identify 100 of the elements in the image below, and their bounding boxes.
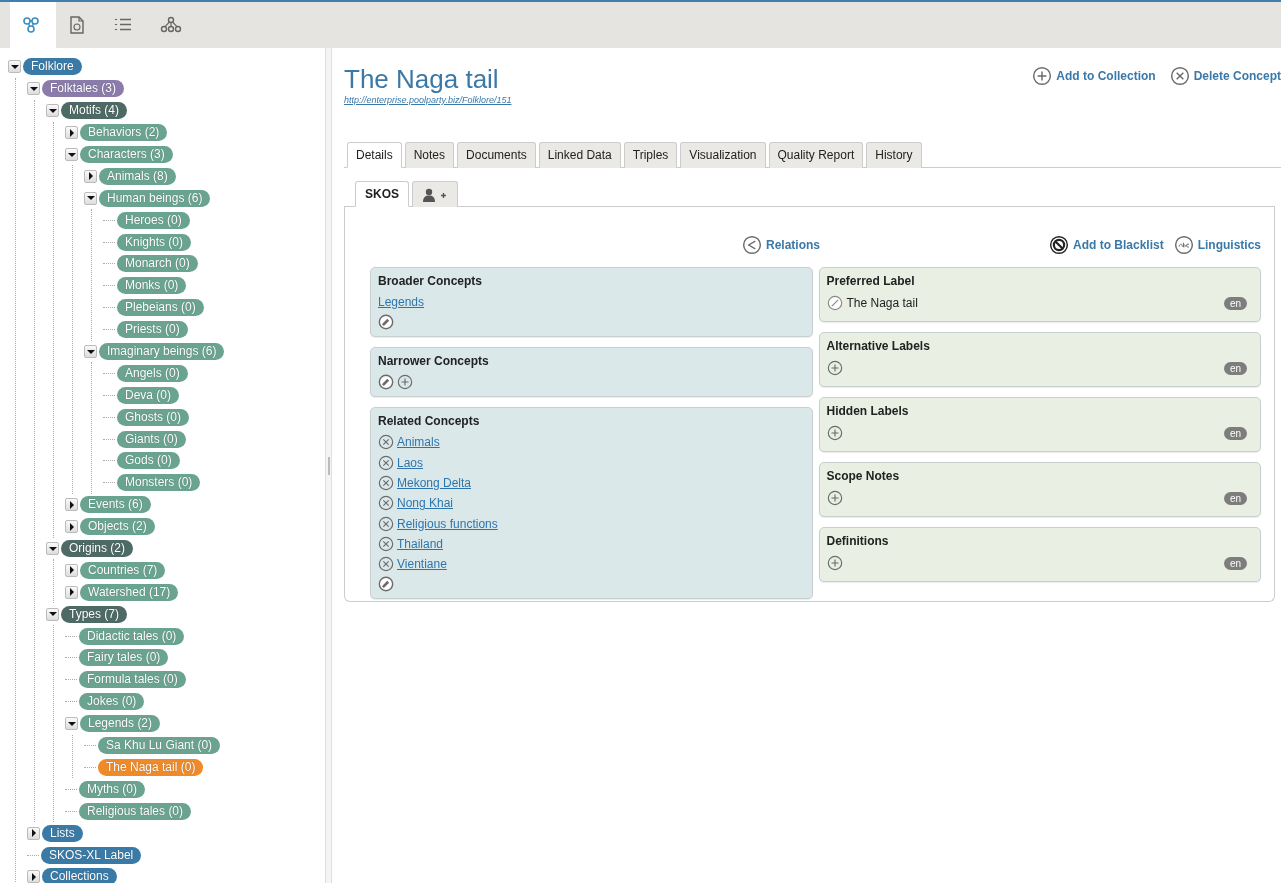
tree-node[interactable]: Monsters (0) (117, 474, 201, 492)
tree-node[interactable]: Types (7) (61, 605, 127, 623)
tree-node[interactable]: Behaviors (2) (80, 124, 168, 142)
expand-toggle[interactable] (65, 585, 78, 599)
concept-link[interactable]: Vientiane (397, 557, 447, 572)
tree-node[interactable]: Motifs (4) (61, 102, 127, 120)
card-title: Preferred Label (826, 274, 916, 288)
expand-toggle[interactable] (65, 520, 78, 534)
tree-node[interactable]: Myths (0) (79, 780, 145, 798)
tree-node[interactable]: Religious tales (0) (79, 802, 192, 820)
close-circle-icon[interactable] (378, 535, 394, 552)
tree-node[interactable]: SKOS-XL Label (41, 846, 142, 864)
edit-icon[interactable] (378, 314, 394, 331)
concept-link[interactable]: Legends (378, 295, 425, 310)
abc-circle-icon (1173, 235, 1194, 255)
plus-circle-icon[interactable] (826, 555, 843, 571)
tree-node[interactable]: Imaginary beings (6) (99, 343, 225, 360)
tree-node[interactable]: Formula tales (0) (79, 671, 186, 689)
expand-toggle[interactable] (65, 717, 78, 731)
concept-link[interactable]: Thailand (397, 536, 444, 551)
tree-node[interactable]: Knights (0) (117, 233, 192, 251)
panel-link[interactable]: Linguistics (1173, 235, 1261, 255)
tab[interactable] (412, 181, 458, 207)
concept-link[interactable]: Mekong Delta (397, 476, 472, 491)
tree-node[interactable]: Monarch (0) (117, 255, 198, 273)
tree-node[interactable]: Ghosts (0) (117, 408, 189, 426)
tree-node[interactable]: The Naga tail (0) (98, 758, 204, 776)
tree-node[interactable]: Legends (2) (80, 715, 161, 733)
tab[interactable]: SKOS (355, 181, 409, 207)
expand-toggle[interactable] (27, 82, 40, 96)
tab[interactable]: Quality Report (768, 142, 864, 168)
tree-node[interactable]: Angels (0) (117, 364, 188, 382)
tool-tab[interactable] (10, 2, 56, 48)
tree-node[interactable]: Watershed (17) (80, 583, 179, 601)
splitter-handle[interactable] (327, 456, 330, 475)
concept-link[interactable]: Nong Khai (397, 496, 454, 511)
expand-toggle[interactable] (65, 126, 78, 140)
plus-circle-icon[interactable] (826, 360, 843, 376)
card-title: Scope Notes (826, 469, 901, 483)
action-link[interactable]: Delete Concept (1169, 66, 1281, 86)
tree-node[interactable]: Animals (8) (99, 167, 176, 185)
tab[interactable]: Details (347, 142, 402, 168)
panel-link[interactable]: Relations (742, 235, 820, 255)
tab[interactable]: Triples (623, 142, 678, 168)
tab[interactable]: Linked Data (538, 142, 621, 168)
expand-toggle[interactable] (65, 498, 78, 512)
tree-node[interactable]: Plebeians (0) (117, 299, 204, 317)
expand-toggle[interactable] (8, 60, 21, 74)
close-circle-icon[interactable] (378, 556, 394, 573)
tree-node[interactable]: Gods (0) (117, 452, 180, 470)
tree-node[interactable]: Events (6) (80, 496, 151, 514)
tree-node[interactable]: Human beings (6) (99, 189, 211, 207)
concept-link[interactable]: Laos (397, 455, 424, 470)
tree-node[interactable]: Fairy tales (0) (79, 649, 169, 667)
expand-toggle[interactable] (84, 191, 97, 205)
expand-toggle[interactable] (65, 148, 78, 161)
expand-toggle[interactable] (46, 542, 59, 556)
expand-toggle[interactable] (46, 607, 59, 621)
close-circle-icon[interactable] (378, 515, 394, 532)
tree-node[interactable]: Jokes (0) (79, 693, 145, 711)
expand-toggle[interactable] (27, 870, 40, 883)
expand-toggle[interactable] (46, 104, 59, 118)
close-circle-icon[interactable] (378, 495, 394, 512)
panel-link[interactable]: Add to Blacklist (1048, 235, 1164, 255)
expand-toggle[interactable] (65, 563, 78, 577)
expand-toggle[interactable] (27, 826, 40, 840)
tree-node[interactable]: Countries (7) (80, 561, 166, 579)
tree-node[interactable]: Collections (42, 868, 117, 883)
slashed-circle-icon[interactable] (826, 295, 843, 311)
tree-node[interactable]: Origins (2) (61, 540, 133, 558)
expand-toggle[interactable] (84, 345, 97, 358)
plus-circle-icon[interactable] (826, 425, 843, 441)
concept-link[interactable]: Animals (397, 435, 440, 450)
close-circle-icon[interactable] (378, 475, 394, 492)
tree-node[interactable]: Monks (0) (117, 277, 187, 295)
tree-node[interactable]: Priests (0) (117, 321, 188, 339)
tab[interactable]: Visualization (680, 142, 766, 168)
tree-node[interactable]: Heroes (0) (117, 211, 190, 229)
tree-node[interactable]: Deva (0) (117, 386, 179, 404)
tab[interactable]: Documents (457, 142, 536, 168)
concept-link[interactable]: Religious functions (397, 516, 498, 531)
tree-node[interactable]: Giants (0) (117, 430, 186, 448)
expand-toggle[interactable] (84, 169, 97, 183)
tree-node[interactable]: Lists (42, 824, 83, 842)
tree-node[interactable]: Didactic tales (0) (79, 627, 185, 645)
tree-node[interactable]: Sa Khu Lu Giant (0) (98, 737, 221, 755)
edit-icon[interactable] (378, 374, 394, 391)
tree-node[interactable]: Folktales (3) (42, 80, 125, 98)
tree-node[interactable]: Objects (2) (80, 518, 155, 536)
tree-node[interactable]: Folklore (23, 58, 82, 76)
tree-node[interactable]: Characters (3) (80, 146, 173, 163)
tab[interactable]: History (866, 142, 922, 168)
close-circle-icon[interactable] (378, 454, 394, 471)
tab[interactable]: Notes (404, 142, 455, 168)
close-circle-icon[interactable] (378, 434, 394, 451)
plus-circle-icon[interactable] (826, 490, 843, 506)
edit-icon[interactable] (378, 576, 394, 593)
concept-uri-link[interactable]: http://enterprise.poolparty.biz/Folklore/151 (344, 95, 512, 105)
plus-circle-icon[interactable] (397, 374, 413, 391)
action-link[interactable]: Add to Collection (1032, 66, 1156, 86)
